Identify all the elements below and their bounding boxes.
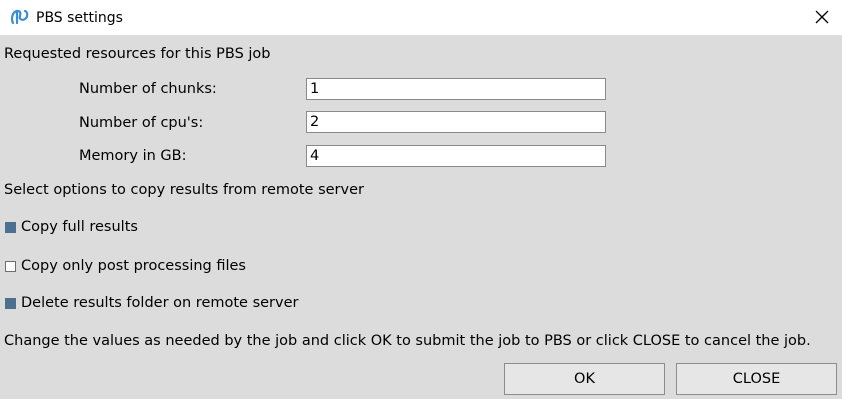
chunks-label: Number of chunks:: [79, 81, 217, 97]
cpus-field[interactable]: [306, 111, 606, 133]
window-title: PBS settings: [36, 10, 123, 26]
chunks-field[interactable]: [306, 78, 606, 100]
cpus-label: Number of cpu's:: [79, 115, 204, 131]
close-icon[interactable]: [812, 7, 832, 27]
copy-full-label[interactable]: Copy full results: [21, 218, 138, 236]
copy-post-label[interactable]: Copy only post processing files: [21, 257, 246, 275]
copy-full-checkbox[interactable]: [5, 222, 16, 233]
copy-post-checkbox[interactable]: [5, 261, 16, 272]
instruction-text: Change the values as needed by the job a…: [4, 333, 811, 349]
pbs-logo-icon: [10, 9, 29, 25]
resources-heading: Requested resources for this PBS job: [4, 46, 271, 62]
copy-options-heading: Select options to copy results from remo…: [4, 182, 364, 198]
memory-label: Memory in GB:: [79, 148, 187, 164]
delete-remote-label[interactable]: Delete results folder on remote server: [21, 294, 298, 312]
delete-remote-checkbox[interactable]: [5, 298, 16, 309]
ok-button[interactable]: OK: [504, 363, 665, 395]
close-button[interactable]: CLOSE: [676, 363, 837, 395]
pbs-settings-dialog: PBS settings Requested resources for thi…: [0, 0, 842, 399]
memory-field[interactable]: [306, 145, 606, 167]
title-bar[interactable]: PBS settings: [0, 0, 842, 35]
